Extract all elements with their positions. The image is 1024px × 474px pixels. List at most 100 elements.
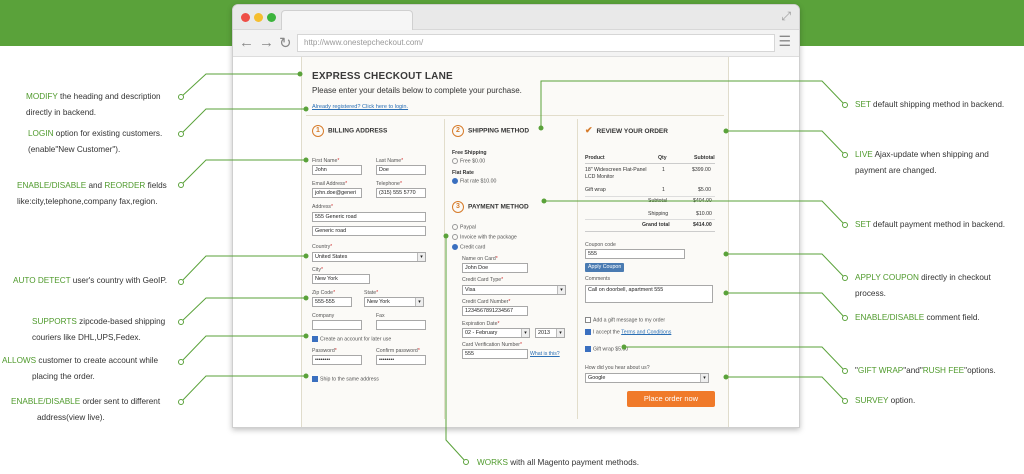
annotation-comment: ENABLE/DISABLE comment field.: [855, 313, 980, 322]
flat-rate-radio[interactable]: Flat rate $10.00: [452, 178, 496, 184]
paypal-label: Paypal: [460, 224, 476, 231]
password-label: Password*: [312, 348, 337, 354]
row-subtotal: $399.00: [692, 167, 711, 173]
flat-rate-label: Flat rate $10.00: [460, 178, 497, 185]
confirm-password-input[interactable]: ••••••••: [376, 355, 426, 365]
radio-icon[interactable]: [452, 224, 458, 230]
address-line1-input[interactable]: 555 Generic road: [312, 212, 426, 222]
card-number-input[interactable]: 1234567891234567: [462, 306, 528, 316]
callout-dot: [842, 398, 848, 404]
column-divider: [577, 119, 578, 419]
payment-title: PAYMENT METHOD: [468, 203, 529, 211]
what-is-this-link[interactable]: What is this?: [530, 351, 560, 357]
minimize-window-icon[interactable]: [254, 13, 263, 22]
browser-titlebar: ⤢: [233, 5, 799, 30]
annotation-login: LOGIN option for existing customers. (ena…: [28, 129, 163, 154]
ship-same-checkbox[interactable]: Ship to the same address: [312, 376, 379, 382]
paypal-radio[interactable]: Paypal: [452, 224, 476, 230]
row-product-line2: LCD Monitor: [585, 174, 615, 180]
checkbox-icon[interactable]: [585, 346, 591, 352]
company-label: Company: [312, 313, 335, 319]
callout-dot: [178, 182, 184, 188]
address-label: Address*: [312, 204, 334, 210]
country-select[interactable]: United States: [312, 252, 426, 262]
forward-arrow-icon[interactable]: →: [259, 34, 274, 51]
terms-link[interactable]: Terms and Conditions: [621, 329, 671, 335]
city-input[interactable]: New York: [312, 274, 370, 284]
gift-message-checkbox[interactable]: Add a gift message to my order: [585, 317, 665, 323]
radio-icon[interactable]: [452, 244, 458, 250]
radio-icon[interactable]: [452, 178, 458, 184]
email-input[interactable]: john.doe@generi: [312, 188, 362, 198]
last-name-label: Last Name*: [376, 158, 404, 164]
invoice-radio[interactable]: Invoice with the package: [452, 234, 517, 240]
state-select[interactable]: New York: [364, 297, 424, 307]
back-arrow-icon[interactable]: ←: [239, 34, 254, 51]
gift-wrap-checkbox[interactable]: Gift wrap $5.00: [585, 346, 628, 352]
close-window-icon[interactable]: [241, 13, 250, 22]
shipping-value: $10.00: [696, 211, 712, 217]
comments-textarea[interactable]: Call on doorbell, apartment 555: [585, 285, 713, 303]
place-order-button[interactable]: Place order now: [627, 391, 715, 407]
email-label: Email Address*: [312, 181, 348, 187]
callout-dot: [842, 102, 848, 108]
annotation-live-ajax: LIVE Ajax-update when shipping and paymen…: [855, 150, 989, 175]
address-bar[interactable]: http://www.onestepcheckout.com/: [297, 34, 775, 52]
annotation-set-shipping: SET default shipping method in backend.: [855, 100, 1005, 109]
fax-input[interactable]: [376, 320, 426, 330]
radio-icon[interactable]: [452, 158, 458, 164]
address-line2-input[interactable]: Generic road: [312, 226, 426, 236]
subtotal-label: Subtotal: [648, 198, 668, 204]
col-header-subtotal: Subtotal: [694, 155, 715, 161]
checkbox-icon[interactable]: [585, 317, 591, 323]
cvv-input[interactable]: 555: [462, 349, 528, 359]
maximize-window-icon[interactable]: [267, 13, 276, 22]
login-link[interactable]: Already registered? Click here to login.: [312, 104, 408, 110]
terms-checkbox[interactable]: I accept the Terms and Conditions: [585, 329, 671, 335]
exp-month-select[interactable]: 02 - February: [462, 328, 530, 338]
subtotal-value: $404.00: [693, 198, 712, 204]
company-input[interactable]: [312, 320, 362, 330]
divider: [585, 196, 715, 197]
radio-icon[interactable]: [452, 234, 458, 240]
column-divider: [444, 119, 445, 419]
billing-heading: 1 BILLING ADDRESS: [312, 125, 387, 137]
coupon-input[interactable]: 555: [585, 249, 685, 259]
hamburger-menu-icon[interactable]: ☰: [778, 33, 791, 50]
annotation-modify: MODIFY the heading and description direct…: [26, 92, 161, 117]
create-account-checkbox[interactable]: Create an account for later use: [312, 336, 391, 342]
last-name-input[interactable]: Doe: [376, 165, 426, 175]
telephone-input[interactable]: (315) 555 5770: [376, 188, 426, 198]
survey-select[interactable]: Google: [585, 373, 709, 383]
zip-input[interactable]: 555-555: [312, 297, 352, 307]
first-name-input[interactable]: John: [312, 165, 362, 175]
annotation-allows: ALLOWS customer to create account while p…: [2, 356, 159, 381]
survey-label: How did you hear about us?: [585, 365, 650, 371]
checkbox-icon[interactable]: [312, 336, 318, 342]
password-input[interactable]: ••••••••: [312, 355, 362, 365]
country-label: Country*: [312, 244, 333, 250]
credit-card-radio[interactable]: Credit card: [452, 244, 485, 250]
checkbox-icon[interactable]: [312, 376, 318, 382]
card-type-select[interactable]: Visa: [462, 285, 566, 295]
card-type-label: Credit Card Type*: [462, 277, 504, 283]
callout-dot: [178, 399, 184, 405]
callout-dot: [842, 222, 848, 228]
callout-dot: [178, 359, 184, 365]
browser-navbar: ← → ↻ http://www.onestepcheckout.com/ ☰: [233, 30, 799, 57]
shipping-label: Shipping: [648, 211, 669, 217]
page-description: Please enter your details below to compl…: [312, 86, 522, 95]
free-shipping-radio[interactable]: Free $0.00: [452, 158, 485, 164]
telephone-label: Telephone*: [376, 181, 402, 187]
create-account-label: Create an account for later use: [320, 336, 392, 343]
reload-icon[interactable]: ↻: [279, 34, 292, 52]
annotation-supports: SUPPORTS zipcode-based shipping couriers …: [32, 317, 166, 342]
checkbox-icon[interactable]: [585, 329, 591, 335]
card-name-input[interactable]: John Doe: [462, 263, 528, 273]
checkout-page: EXPRESS CHECKOUT LANE Please enter your …: [301, 57, 729, 427]
apply-coupon-button[interactable]: Apply Coupon: [585, 263, 625, 272]
exp-year-select[interactable]: 2013: [535, 328, 565, 338]
grand-total-label: Grand total: [642, 222, 670, 228]
fullscreen-icon[interactable]: ⤢: [781, 9, 791, 24]
browser-tab[interactable]: [281, 10, 413, 30]
